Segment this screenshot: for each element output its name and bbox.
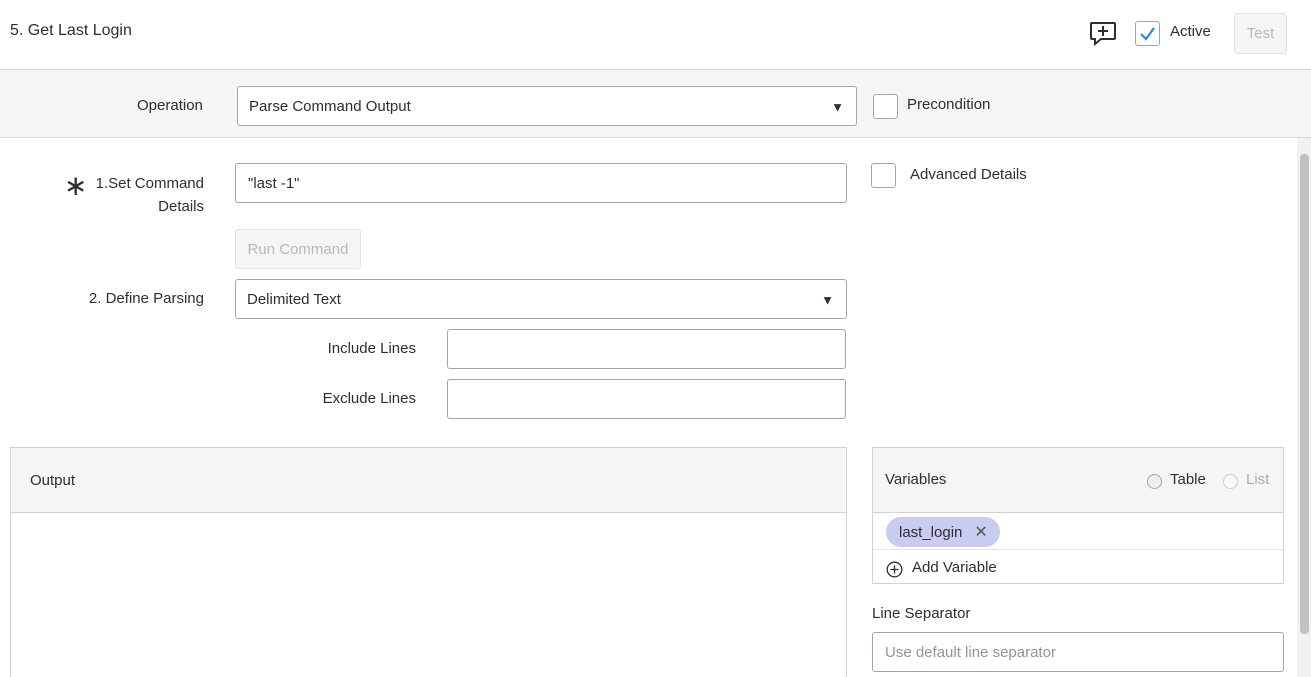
set-command-label-line1: 1.Set Command: [95, 175, 204, 192]
dropdown-caret-icon: ▼: [821, 292, 834, 308]
scrollbar[interactable]: [1297, 138, 1311, 677]
exclude-lines-input[interactable]: [447, 379, 846, 419]
test-button[interactable]: Test: [1234, 13, 1287, 54]
add-variable-label: Add Variable: [912, 559, 997, 576]
variable-chips-row: last_login ✕: [873, 513, 1283, 550]
step-title: 5. Get Last Login: [10, 22, 132, 39]
scrollbar-thumb[interactable]: [1300, 154, 1309, 634]
precondition-label: Precondition: [907, 96, 991, 113]
variable-chip: last_login ✕: [886, 517, 1000, 547]
active-checkbox[interactable]: [1135, 21, 1160, 46]
add-comment-icon[interactable]: [1089, 21, 1117, 47]
set-command-label-line2: Details: [158, 198, 204, 215]
set-command-label: 1.Set Command Details: [80, 172, 204, 218]
table-radio[interactable]: [1147, 474, 1162, 489]
line-separator-label: Line Separator: [872, 605, 971, 622]
include-lines-input[interactable]: [447, 329, 846, 369]
add-variable-row[interactable]: Add Variable: [873, 550, 1283, 584]
output-header: Output: [11, 448, 846, 513]
run-command-button[interactable]: Run Command: [235, 229, 361, 269]
command-input[interactable]: [235, 163, 847, 203]
list-radio[interactable]: [1223, 474, 1238, 489]
parsing-selected-value: Delimited Text: [247, 290, 341, 308]
exclude-lines-label: Exclude Lines: [322, 390, 416, 407]
parsing-select[interactable]: Delimited Text ▼: [235, 279, 847, 319]
variables-title: Variables: [885, 471, 947, 488]
step-content: ∗ 1.Set Command Details Advanced Details…: [0, 138, 1311, 677]
define-parsing-label: 2. Define Parsing: [88, 290, 204, 307]
list-radio-label: List: [1246, 471, 1270, 488]
include-lines-label: Include Lines: [327, 340, 416, 357]
precondition-checkbox[interactable]: [873, 94, 898, 119]
checkmark-icon: [1140, 27, 1155, 41]
table-radio-label: Table: [1170, 471, 1206, 488]
advanced-details-checkbox[interactable]: [871, 163, 896, 188]
advanced-details-label: Advanced Details: [910, 166, 1027, 183]
add-circle-icon: [886, 561, 903, 578]
operation-label: Operation: [137, 97, 203, 114]
variable-chip-label: last_login: [899, 523, 963, 541]
remove-variable-icon[interactable]: ✕: [974, 522, 987, 542]
variables-panel: Variables Table List last_login ✕ Add Va…: [872, 447, 1284, 584]
step-header: 5. Get Last Login Active Test: [0, 0, 1311, 70]
dropdown-caret-icon: ▼: [831, 99, 844, 115]
output-panel: Output: [10, 447, 847, 677]
variables-header: Variables Table List: [873, 448, 1283, 513]
operation-row: Operation Parse Command Output ▼ Precond…: [0, 70, 1311, 138]
line-separator-input[interactable]: [872, 632, 1284, 672]
operation-selected-value: Parse Command Output: [249, 97, 411, 115]
operation-select[interactable]: Parse Command Output ▼: [237, 86, 857, 126]
output-title: Output: [30, 471, 76, 489]
active-label: Active: [1170, 23, 1211, 40]
